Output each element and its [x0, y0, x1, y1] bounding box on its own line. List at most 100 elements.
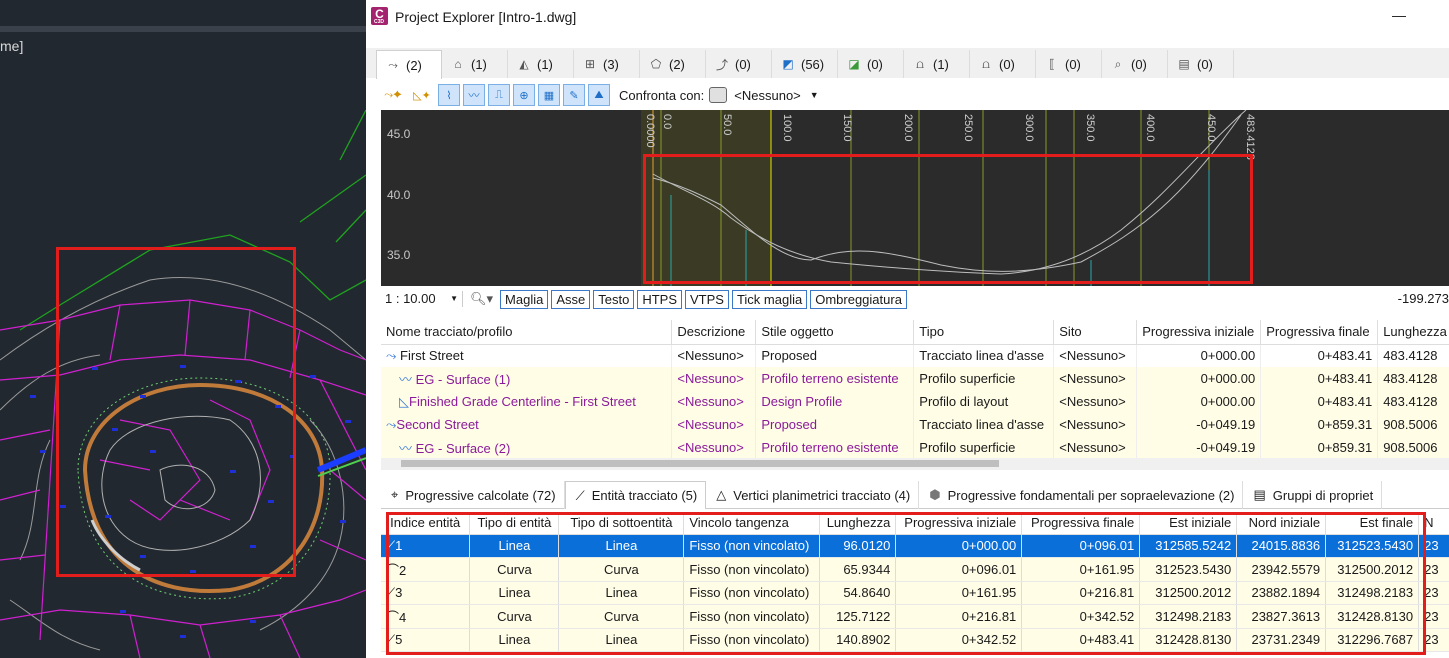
column-header[interactable]: Progressiva finale — [1021, 512, 1141, 535]
table-row[interactable]: ⌒2 Curva Curva Fisso (non vincolato) 65.… — [381, 557, 1449, 582]
cell-value: 0+342.52 — [1021, 604, 1141, 629]
column-header[interactable]: Stile oggetto — [755, 320, 915, 345]
zoom-icon[interactable]: 🔍︎▾ — [470, 291, 493, 307]
minimize-button[interactable]: — — [1392, 7, 1406, 23]
tab-survey[interactable]: ⌕ (0) — [1102, 50, 1168, 78]
cell-value: 65.9344 — [819, 557, 897, 582]
line-entity-icon: ⟋ — [386, 631, 396, 647]
tab-label: Progressive fondamentali per sopraelevaz… — [947, 487, 1235, 503]
cell-value: 96.0120 — [819, 534, 897, 558]
profile-view-button-5[interactable]: ▦ — [538, 84, 560, 106]
tab-pressure-pipes[interactable]: ⩍ (0) — [970, 50, 1036, 78]
column-header[interactable]: Indice entità — [381, 512, 471, 535]
profile-edit-icon: ✎ — [569, 89, 579, 102]
table-row[interactable]: ⟋5 Linea Linea Fisso (non vincolato) 140… — [381, 628, 1449, 652]
drawing-viewport[interactable]: me] — [0, 0, 366, 658]
column-header[interactable]: Progressiva iniziale — [895, 512, 1023, 535]
table-row[interactable]: ⌒4 Curva Curva Fisso (non vincolato) 125… — [381, 604, 1449, 629]
profile-view-button-4[interactable]: ⊕ — [513, 84, 535, 106]
column-header[interactable]: Tipo — [913, 320, 1055, 345]
explorer-toolbar: ⤳✦ ◺✦ ⌇ 〰 ⎍ ⊕ ▦ ✎ ⛰ Confronta con: <Ness… — [380, 82, 819, 108]
window-title: Project Explorer [Intro-1.dwg] — [395, 9, 577, 25]
tab-pi-vertices[interactable]: △ Vertici planimetrici tracciato (4) — [706, 481, 920, 509]
scale-value: 1 : 10.00 — [385, 291, 436, 306]
column-header[interactable]: Vincolo tangenza — [683, 512, 821, 535]
toggle-axis-button[interactable]: Asse — [551, 289, 591, 309]
cell-value: Proposed — [755, 344, 915, 367]
tab-count: (1) — [537, 56, 553, 72]
scrollbar-thumb[interactable] — [401, 460, 999, 467]
tab-alignments[interactable]: ⤳ (2) — [376, 50, 442, 79]
column-header[interactable]: Sito — [1053, 320, 1138, 345]
new-profile-button[interactable]: ◺✦ — [409, 84, 435, 106]
profile-icon: 〰 — [399, 441, 413, 456]
tab-pipes[interactable]: ⩍ (1) — [904, 50, 970, 78]
table-row[interactable]: 〰 EG - Surface (2) <Nessuno> Profilo ter… — [381, 436, 1449, 458]
table-row[interactable]: 〰 EG - Surface (1) <Nessuno> Profilo ter… — [381, 367, 1449, 390]
profile-view-button-6[interactable]: ✎ — [563, 84, 585, 106]
cell-value: Profilo superficie — [913, 436, 1055, 458]
tab-roads[interactable]: ◭ (1) — [508, 50, 574, 78]
profile-view-button-2[interactable]: 〰 — [463, 84, 485, 106]
column-header[interactable]: Lunghezza — [819, 512, 897, 535]
column-header[interactable]: Progressiva finale — [1260, 320, 1379, 345]
tab-grading[interactable]: ⊞ (3) — [574, 50, 640, 78]
column-header[interactable]: Descrizione — [671, 320, 757, 345]
column-header[interactable]: Progressiva iniziale — [1136, 320, 1262, 345]
column-header[interactable]: N — [1418, 512, 1449, 535]
pressure-pipe-icon: ⩍ — [982, 56, 990, 71]
table-row[interactable]: ⟋3 Linea Linea Fisso (non vincolato) 54.… — [381, 581, 1449, 605]
cell-value: 483.4128 — [1377, 344, 1449, 367]
column-header[interactable]: Nome tracciato/profilo — [381, 320, 673, 345]
cell-value: 0+161.95 — [895, 581, 1023, 605]
toggle-shading-button[interactable]: Ombreggiatura — [810, 289, 907, 309]
toggle-htps-button[interactable]: HTPS — [637, 289, 682, 309]
cell-value: 312498.2183 — [1325, 581, 1420, 605]
civil3d-logo-icon: C C3D — [371, 7, 388, 25]
tab-alignment-entities[interactable]: ⟋ Entità tracciato (5) — [564, 481, 707, 509]
window-titlebar: C C3D Project Explorer [Intro-1.dwg] — — [366, 0, 1449, 34]
tab-corridors[interactable]: ⌂ (1) — [442, 50, 508, 78]
column-header[interactable]: Tipo di entità — [469, 512, 560, 535]
tab-sheets[interactable]: ▤ (0) — [1168, 50, 1234, 78]
column-header[interactable]: Lunghezza — [1377, 320, 1449, 345]
column-header[interactable]: Tipo di sottoentità — [558, 512, 685, 535]
profile-view-button-7[interactable]: ⛰ — [588, 84, 610, 106]
profile-view-button-1[interactable]: ⌇ — [438, 84, 460, 106]
tab-feature-lines[interactable]: ⤴ (0) — [706, 50, 772, 78]
cell-value: Linea — [558, 628, 685, 652]
line-entity-icon: ⟋ — [386, 537, 396, 553]
chevron-down-icon[interactable]: ▼ — [810, 90, 819, 100]
pipe-icon: ⩍ — [916, 56, 924, 71]
profile-preview[interactable]: 45.0 40.0 35.0 0.0000 0.0 50.0 100.0 150… — [381, 110, 1449, 286]
toggle-vtps-button[interactable]: VTPS — [684, 289, 729, 309]
tab-structures[interactable]: ⟦ (0) — [1036, 50, 1102, 78]
sheet-icon: ▤ — [1178, 57, 1190, 71]
toggle-grid-ticks-button[interactable]: Tick maglia — [731, 289, 808, 309]
compare-select[interactable]: <Nessuno> — [734, 88, 801, 103]
tab-surfaces[interactable]: ⬠ (2) — [640, 50, 706, 78]
column-header[interactable]: Est finale — [1325, 512, 1420, 535]
tab-point-groups[interactable]: ◪ (0) — [838, 50, 904, 78]
table-row[interactable]: ◺Finished Grade Centerline - First Stree… — [381, 390, 1449, 413]
cell-value: Curva — [558, 557, 685, 582]
cell-value: 0+000.00 — [1136, 344, 1262, 367]
cell-value: 0+859.31 — [1260, 413, 1379, 436]
toggle-text-button[interactable]: Testo — [593, 289, 635, 309]
tab-parcels[interactable]: ◩ (56) — [772, 50, 838, 78]
scale-select[interactable]: 1 : 10.00 ▼ — [381, 291, 463, 307]
tab-property-sets[interactable]: ▤ Gruppi di propriet — [1243, 481, 1383, 509]
table-row[interactable]: ⤳Second Street <Nessuno> Proposed Tracci… — [381, 413, 1449, 436]
horizontal-scrollbar[interactable] — [381, 458, 1449, 470]
profile-view-button-3[interactable]: ⎍ — [488, 84, 510, 106]
profile-step-icon: ⎍ — [495, 88, 503, 101]
toggle-grid-button[interactable]: Maglia — [500, 289, 549, 309]
new-alignment-button[interactable]: ⤳✦ — [380, 84, 406, 106]
column-header[interactable]: Nord iniziale — [1236, 512, 1327, 535]
tab-sampled-stations[interactable]: ⌖ Progressive calcolate (72) — [381, 481, 565, 509]
column-header[interactable]: Est iniziale — [1139, 512, 1238, 535]
table-row-selected[interactable]: ⟋1 Linea Linea Fisso (non vincolato) 96.… — [381, 534, 1449, 558]
table-row[interactable]: ⤳ First Street <Nessuno> Proposed Tracci… — [381, 344, 1449, 367]
tab-superelevation[interactable]: ⬢ Progressive fondamentali per sopraeleva… — [919, 481, 1244, 509]
cell-value: Linea — [558, 581, 685, 605]
